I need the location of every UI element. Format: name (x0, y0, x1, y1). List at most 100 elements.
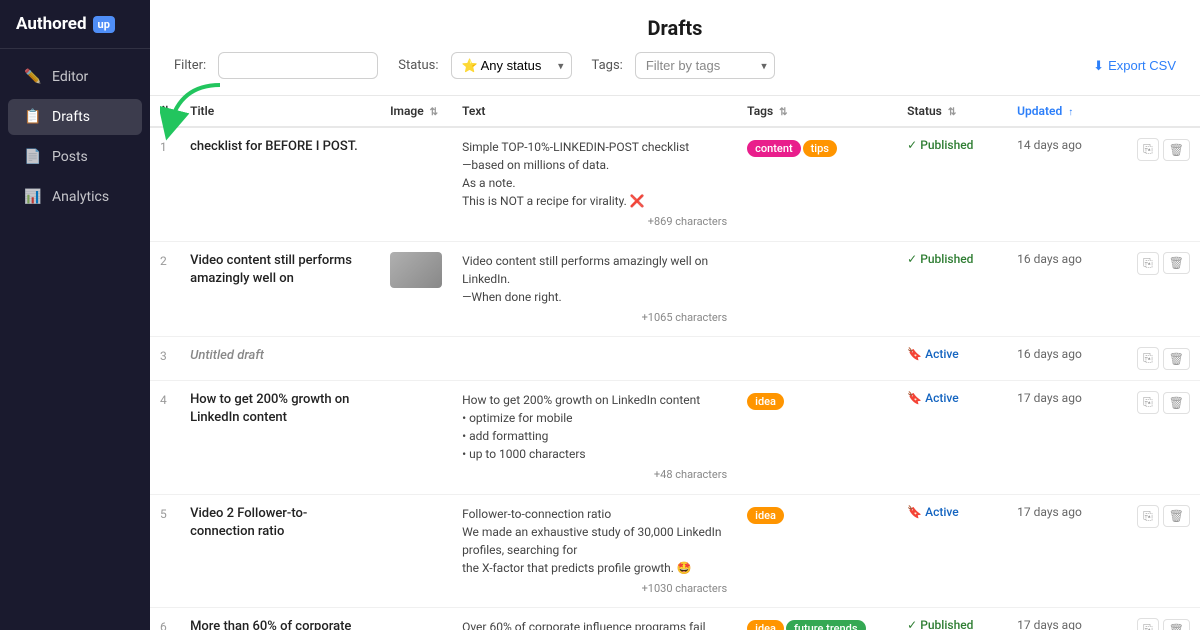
row-updated: 17 days ago (1007, 494, 1127, 608)
row-title[interactable]: checklist for BEFORE I POST. (180, 127, 380, 241)
sidebar-item-analytics[interactable]: 📊 Analytics (8, 179, 142, 215)
row-actions: ⎘🗑 (1127, 127, 1200, 241)
col-header-updated[interactable]: Updated ↑ (1007, 96, 1127, 127)
sidebar-nav: ✏️ Editor 📋 Drafts 📄 Posts 📊 Analytics (0, 49, 150, 217)
row-title[interactable]: Video content still performs amazingly w… (180, 241, 380, 337)
row-num: 4 (150, 381, 180, 495)
tag-badge: content (747, 140, 800, 157)
tag-badge: idea (747, 507, 784, 524)
status-select-wrapper[interactable]: ⭐ Any status (451, 52, 572, 79)
sidebar-item-label: Analytics (52, 189, 109, 205)
col-header-tags[interactable]: Tags ⇅ (737, 96, 897, 127)
drafts-table-container: ⇅ Title Image ⇅ Text Tags ⇅ Status ⇅ (150, 96, 1200, 630)
page-title: Drafts (174, 16, 1176, 40)
row-title[interactable]: How to get 200% growth on LinkedIn conte… (180, 381, 380, 495)
toolbar: Filter: Status: ⭐ Any status Tags: Filte… (174, 52, 1176, 87)
row-text: How to get 200% growth on LinkedIn conte… (452, 381, 737, 495)
copy-button[interactable]: ⎘ (1137, 505, 1159, 528)
row-title[interactable]: Untitled draft (180, 337, 380, 381)
copy-button[interactable]: ⎘ (1137, 618, 1159, 630)
row-status: 🔖 Active (897, 494, 1007, 608)
row-tags: ideafuture trendscontent (737, 608, 897, 630)
copy-button[interactable]: ⎘ (1137, 347, 1159, 370)
row-tags: idea (737, 494, 897, 608)
row-tags: idea (737, 381, 897, 495)
drafts-table: ⇅ Title Image ⇅ Text Tags ⇅ Status ⇅ (150, 96, 1200, 630)
row-image (380, 494, 452, 608)
tag-badge: idea (747, 393, 784, 410)
copy-button[interactable]: ⎘ (1137, 391, 1159, 414)
copy-button[interactable]: ⎘ (1137, 252, 1159, 275)
row-actions: ⎘🗑 (1127, 381, 1200, 495)
delete-button[interactable]: 🗑 (1163, 252, 1190, 274)
row-status: ✓ Published (897, 127, 1007, 241)
status-check-icon: ✓ (907, 252, 917, 266)
col-header-status[interactable]: Status ⇅ (897, 96, 1007, 127)
row-text (452, 337, 737, 381)
sidebar-item-posts[interactable]: 📄 Posts (8, 139, 142, 175)
col-header-text: Text (452, 96, 737, 127)
row-text: Over 60% of corporate influence programs… (452, 608, 737, 630)
sidebar: Authored up ✏️ Editor 📋 Drafts 📄 Posts 📊… (0, 0, 150, 630)
row-actions: ⎘🗑 (1127, 608, 1200, 630)
row-updated: 16 days ago (1007, 241, 1127, 337)
delete-button[interactable]: 🗑 (1163, 139, 1190, 161)
row-image (380, 608, 452, 630)
col-header-num: ⇅ (150, 96, 180, 127)
main-content: Drafts Filter: Status: ⭐ Any status Tags… (150, 0, 1200, 630)
table-header: ⇅ Title Image ⇅ Text Tags ⇅ Status ⇅ (150, 96, 1200, 127)
status-select[interactable]: ⭐ Any status (451, 52, 572, 79)
col-header-actions (1127, 96, 1200, 127)
drafts-icon: 📋 (24, 109, 42, 125)
row-actions: ⎘🗑 (1127, 494, 1200, 608)
export-csv-button[interactable]: ⬇ Export CSV (1093, 58, 1176, 74)
row-title[interactable]: More than 60% of corporate influence pro… (180, 608, 380, 630)
logo-badge: up (93, 16, 115, 33)
export-icon: ⬇ (1093, 58, 1104, 74)
row-actions: ⎘🗑 (1127, 241, 1200, 337)
row-num: 6 (150, 608, 180, 630)
table-row: 3Untitled draft🔖 Active16 days ago⎘🗑 (150, 337, 1200, 381)
delete-button[interactable]: 🗑 (1163, 392, 1190, 414)
col-header-title[interactable]: Title (180, 96, 380, 127)
status-bookmark-icon: 🔖 (907, 347, 922, 361)
status-label: Status: (398, 58, 438, 73)
col-header-image[interactable]: Image ⇅ (380, 96, 452, 127)
status-bookmark-icon: 🔖 (907, 505, 922, 519)
table-row: 6More than 60% of corporate influence pr… (150, 608, 1200, 630)
row-tags (737, 337, 897, 381)
sidebar-item-label: Posts (52, 149, 88, 165)
table-body: 1checklist for BEFORE I POST.Simple TOP-… (150, 127, 1200, 630)
tags-select[interactable]: Filter by tags (635, 52, 775, 79)
tags-select-wrapper[interactable]: Filter by tags (635, 52, 775, 79)
status-check-icon: ✓ (907, 618, 917, 630)
logo-text: Authored (16, 14, 87, 34)
row-updated: 14 days ago (1007, 127, 1127, 241)
delete-button[interactable]: 🗑 (1163, 348, 1190, 370)
sidebar-item-drafts[interactable]: 📋 Drafts (8, 99, 142, 135)
copy-button[interactable]: ⎘ (1137, 138, 1159, 161)
sort-icon: ⇅ (160, 104, 170, 118)
status-bookmark-icon: 🔖 (907, 391, 922, 405)
row-text: Video content still performs amazingly w… (452, 241, 737, 337)
row-actions: ⎘🗑 (1127, 337, 1200, 381)
row-tags (737, 241, 897, 337)
row-num: 1 (150, 127, 180, 241)
tag-badge: future trends (786, 620, 866, 630)
filter-label: Filter: (174, 58, 206, 73)
row-image (380, 127, 452, 241)
posts-icon: 📄 (24, 149, 42, 165)
row-title[interactable]: Video 2 Follower-to-connection ratio (180, 494, 380, 608)
sidebar-item-label: Drafts (52, 109, 90, 125)
row-num: 3 (150, 337, 180, 381)
row-updated: 16 days ago (1007, 337, 1127, 381)
sidebar-item-editor[interactable]: ✏️ Editor (8, 59, 142, 95)
delete-button[interactable]: 🗑 (1163, 619, 1190, 630)
filter-input[interactable] (218, 52, 378, 79)
row-status: ✓ Published (897, 608, 1007, 630)
delete-button[interactable]: 🗑 (1163, 505, 1190, 527)
tags-label: Tags: (592, 58, 623, 73)
row-tags: contenttips (737, 127, 897, 241)
analytics-icon: 📊 (24, 189, 42, 205)
main-header: Drafts Filter: Status: ⭐ Any status Tags… (150, 0, 1200, 96)
